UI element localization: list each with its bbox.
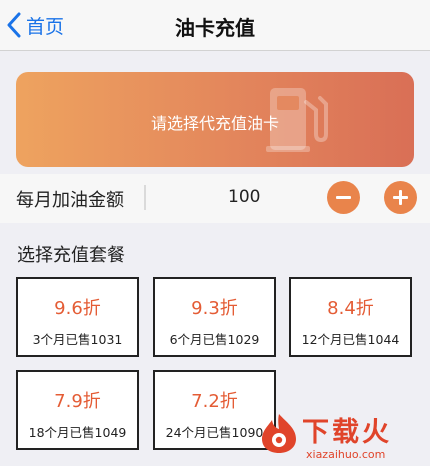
amount-value: 100 — [228, 187, 261, 207]
amount-label: 每月加油金额 — [16, 190, 124, 211]
select-fuel-card-button[interactable]: 请选择代充值油卡 — [16, 72, 414, 167]
package-section-title: 选择充值套餐 — [17, 245, 125, 266]
package-sold: 3个月已售1031 — [32, 332, 123, 347]
package-sold: 18个月已售1049 — [28, 425, 127, 440]
decrease-button[interactable] — [327, 181, 360, 214]
increase-button[interactable] — [384, 181, 417, 214]
watermark: 下载火 xiazaihuo.com — [254, 406, 430, 466]
package-sold: 6个月已售1029 — [169, 332, 260, 347]
package-discount: 9.3折 — [191, 298, 238, 319]
nav-bar: 首页 油卡充值 — [0, 0, 430, 51]
package-option[interactable]: 9.3折 6个月已售1029 — [153, 277, 276, 357]
minus-icon — [336, 196, 351, 199]
package-discount: 8.4折 — [327, 298, 374, 319]
page-title: 油卡充值 — [175, 16, 255, 40]
watermark-url: xiazaihuo.com — [306, 448, 386, 461]
divider — [144, 185, 146, 210]
card-area: 请选择代充值油卡 — [0, 51, 430, 174]
package-discount: 9.6折 — [54, 298, 101, 319]
package-sold: 12个月已售1044 — [301, 332, 400, 347]
fuel-card-prompt: 请选择代充值油卡 — [150, 114, 279, 133]
package-option[interactable]: 9.6折 3个月已售1031 — [16, 277, 139, 357]
flame-logo-icon — [262, 414, 296, 453]
monthly-amount-row: 每月加油金额 100 — [0, 174, 430, 223]
package-discount: 7.9折 — [54, 391, 101, 412]
package-option[interactable]: 7.9折 18个月已售1049 — [16, 370, 139, 450]
watermark-text: 下载火 — [302, 417, 392, 448]
package-option[interactable]: 8.4折 12个月已售1044 — [289, 277, 412, 357]
